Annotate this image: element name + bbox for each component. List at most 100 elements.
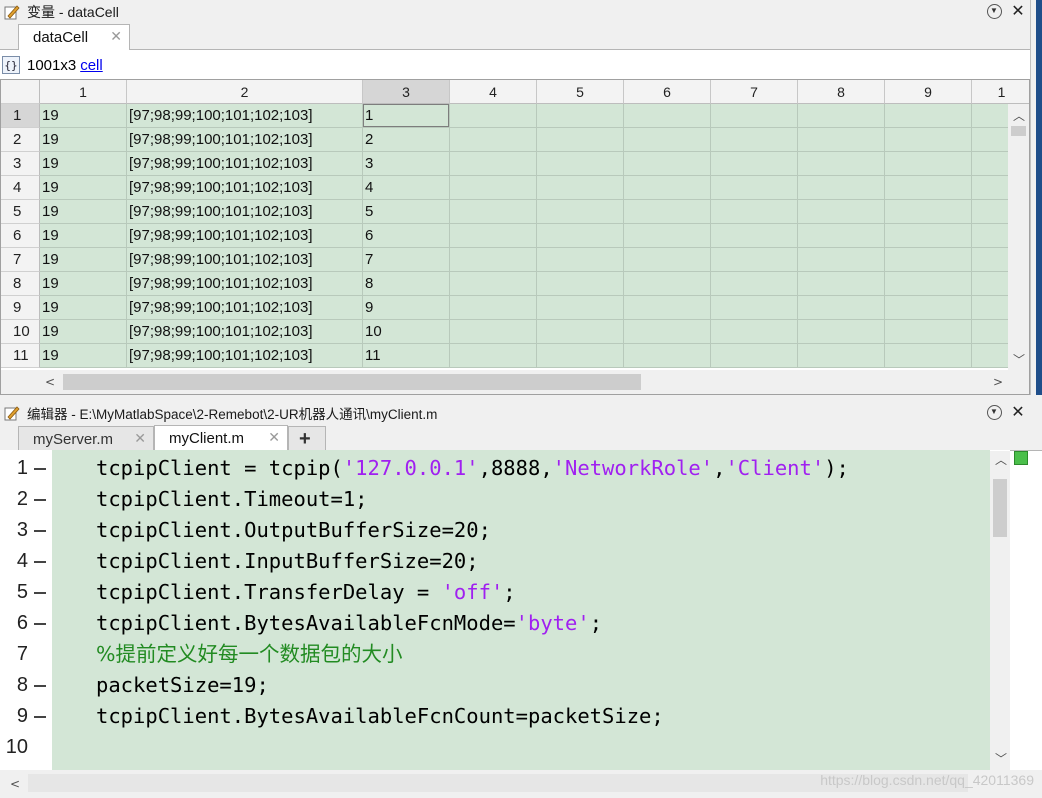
breakpoint-marker[interactable] — [34, 622, 46, 625]
empty-cell[interactable] — [711, 128, 798, 152]
empty-cell[interactable] — [798, 152, 885, 176]
new-tab-button[interactable]: + — [288, 426, 326, 451]
empty-cell[interactable] — [537, 272, 624, 296]
empty-cell[interactable] — [450, 224, 537, 248]
empty-cell[interactable] — [624, 176, 711, 200]
line-gutter[interactable]: 4 — [0, 546, 52, 577]
grid-vertical-scrollbar[interactable]: ︿ ﹀ — [1008, 104, 1029, 370]
line-gutter[interactable]: 7 — [0, 639, 52, 670]
table-cell[interactable]: 3 — [363, 152, 450, 176]
code-line[interactable]: tcpipClient.TransferDelay = 'off'; — [96, 577, 516, 608]
empty-cell[interactable] — [450, 176, 537, 200]
empty-cell[interactable] — [885, 128, 972, 152]
empty-cell[interactable] — [624, 320, 711, 344]
table-cell[interactable]: [97;98;99;100;101;102;103] — [127, 248, 363, 272]
column-header[interactable]: 5 — [537, 80, 624, 104]
table-cell[interactable]: [97;98;99;100;101;102;103] — [127, 200, 363, 224]
empty-cell[interactable] — [885, 296, 972, 320]
scroll-right-icon[interactable]: > — [993, 376, 1003, 388]
scroll-down-icon[interactable]: ﹀ — [1013, 354, 1025, 366]
empty-cell[interactable] — [537, 224, 624, 248]
table-cell[interactable]: [97;98;99;100;101;102;103] — [127, 296, 363, 320]
empty-cell[interactable] — [711, 176, 798, 200]
column-header[interactable]: 4 — [450, 80, 537, 104]
row-header[interactable]: 6 — [1, 224, 40, 248]
empty-cell[interactable] — [885, 176, 972, 200]
table-cell[interactable]: [97;98;99;100;101;102;103] — [127, 104, 363, 128]
empty-cell[interactable] — [450, 248, 537, 272]
empty-cell[interactable] — [624, 152, 711, 176]
table-cell[interactable]: 4 — [363, 176, 450, 200]
row-header[interactable]: 4 — [1, 176, 40, 200]
scroll-up-icon[interactable]: ︿ — [1013, 110, 1025, 122]
table-cell[interactable]: 9 — [363, 296, 450, 320]
code-line[interactable]: tcpipClient.InputBufferSize=20; — [96, 546, 479, 577]
table-cell[interactable]: 11 — [363, 344, 450, 368]
empty-cell[interactable] — [450, 152, 537, 176]
line-gutter[interactable]: 5 — [0, 577, 52, 608]
code-line[interactable]: tcpipClient.Timeout=1; — [96, 484, 368, 515]
scroll-up-icon[interactable]: ︿ — [995, 454, 1007, 466]
row-header[interactable]: 2 — [1, 128, 40, 152]
empty-cell[interactable] — [450, 200, 537, 224]
line-gutter[interactable]: 9 — [0, 701, 52, 732]
line-gutter[interactable]: 3 — [0, 515, 52, 546]
scroll-down-icon[interactable]: ﹀ — [995, 753, 1007, 765]
scroll-thumb[interactable] — [1011, 126, 1026, 136]
table-cell[interactable]: 5 — [363, 200, 450, 224]
tab-datacell[interactable]: dataCell ✕ — [18, 24, 130, 50]
scroll-left-icon[interactable]: < — [45, 376, 55, 388]
empty-cell[interactable] — [798, 248, 885, 272]
code-editor[interactable]: 1 tcpipClient = tcpip('127.0.0.1',8888,'N… — [0, 450, 1010, 770]
column-header[interactable]: 1 — [40, 80, 127, 104]
breakpoint-marker[interactable] — [34, 715, 46, 718]
grid-corner[interactable] — [1, 80, 40, 104]
tab-myserver[interactable]: myServer.m ✕ — [18, 426, 154, 451]
close-editor-button[interactable]: ✕ — [1010, 404, 1026, 420]
table-cell[interactable]: 19 — [40, 152, 127, 176]
empty-cell[interactable] — [711, 152, 798, 176]
editor-vertical-scrollbar[interactable]: ︿ ﹀ — [990, 451, 1010, 770]
table-cell[interactable]: 19 — [40, 272, 127, 296]
empty-cell[interactable] — [711, 200, 798, 224]
empty-cell[interactable] — [624, 104, 711, 128]
empty-cell[interactable] — [450, 104, 537, 128]
table-cell[interactable]: 7 — [363, 248, 450, 272]
empty-cell[interactable] — [885, 152, 972, 176]
empty-cell[interactable] — [624, 248, 711, 272]
table-cell[interactable]: 2 — [363, 128, 450, 152]
code-line[interactable]: %提前定义好每一个数据包的大小 — [96, 639, 402, 670]
scroll-thumb[interactable] — [63, 374, 641, 390]
code-line[interactable]: tcpipClient.BytesAvailableFcnMode='byte'… — [96, 608, 602, 639]
table-cell[interactable]: 10 — [363, 320, 450, 344]
code-line[interactable]: tcpipClient = tcpip('127.0.0.1',8888,'Ne… — [96, 453, 849, 484]
code-line[interactable]: tcpipClient.BytesAvailableFcnCount=packe… — [96, 701, 664, 732]
table-cell[interactable]: 19 — [40, 320, 127, 344]
empty-cell[interactable] — [885, 248, 972, 272]
breakpoint-marker[interactable] — [34, 684, 46, 687]
empty-cell[interactable] — [798, 224, 885, 248]
code-line[interactable]: packetSize=19; — [96, 670, 269, 701]
empty-cell[interactable] — [450, 128, 537, 152]
empty-cell[interactable] — [450, 344, 537, 368]
table-cell[interactable]: [97;98;99;100;101;102;103] — [127, 176, 363, 200]
scroll-left-icon[interactable]: < — [10, 778, 20, 790]
empty-cell[interactable] — [798, 344, 885, 368]
empty-cell[interactable] — [711, 296, 798, 320]
column-header[interactable]: 6 — [624, 80, 711, 104]
empty-cell[interactable] — [798, 104, 885, 128]
empty-cell[interactable] — [624, 128, 711, 152]
class-link[interactable]: cell — [80, 57, 103, 74]
empty-cell[interactable] — [624, 296, 711, 320]
line-gutter[interactable]: 10 — [0, 732, 52, 763]
empty-cell[interactable] — [450, 320, 537, 344]
empty-cell[interactable] — [537, 320, 624, 344]
empty-cell[interactable] — [537, 152, 624, 176]
empty-cell[interactable] — [537, 128, 624, 152]
empty-cell[interactable] — [711, 224, 798, 248]
empty-cell[interactable] — [798, 320, 885, 344]
table-cell[interactable]: [97;98;99;100;101;102;103] — [127, 344, 363, 368]
breakpoint-marker[interactable] — [34, 498, 46, 501]
row-header[interactable]: 8 — [1, 272, 40, 296]
empty-cell[interactable] — [885, 320, 972, 344]
